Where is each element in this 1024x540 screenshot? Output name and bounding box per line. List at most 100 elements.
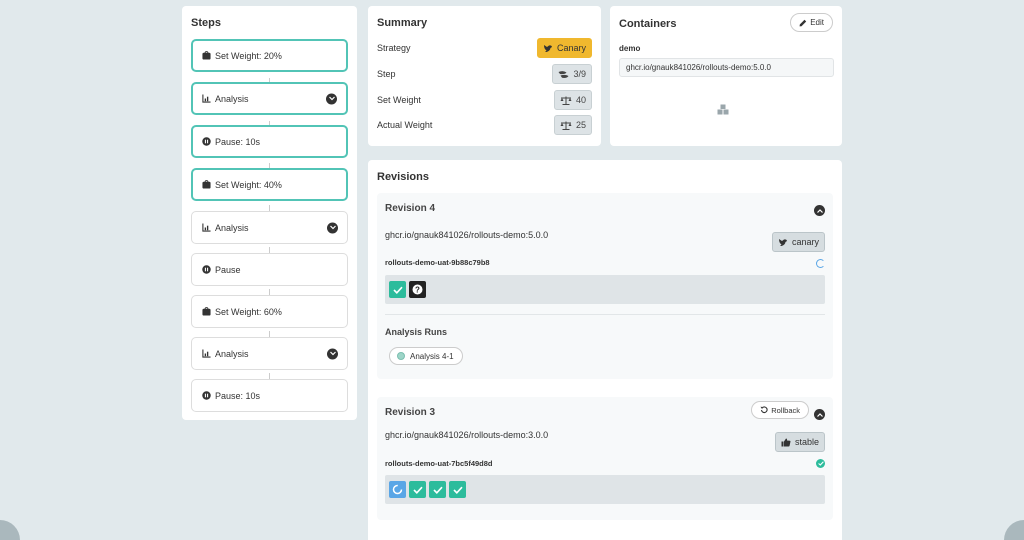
revision-image: ghcr.io/gnauk841026/rollouts-demo:3.0.0 xyxy=(385,430,549,440)
background-corner xyxy=(0,520,20,540)
analysis-run-chip[interactable]: Analysis 4-1 xyxy=(389,347,463,365)
tag-label: canary xyxy=(791,237,819,247)
revision-card: Revision 3 Rollback ghcr.io/gnauk841026/… xyxy=(377,397,833,520)
chevron-down-icon[interactable] xyxy=(327,222,338,233)
step-set-weight[interactable]: Set Weight: 20% xyxy=(191,39,348,72)
chart-icon xyxy=(201,222,212,233)
weight-icon xyxy=(201,50,212,61)
thumbs-up-icon xyxy=(781,438,791,447)
pencil-icon xyxy=(799,19,807,27)
step-pause[interactable]: Pause: 10s xyxy=(191,379,348,412)
step-value: 3/9 xyxy=(573,69,586,79)
steps-title: Steps xyxy=(191,17,221,29)
steps-panel: Steps Set Weight: 20% Analysis Pause: 10… xyxy=(182,6,357,420)
pod-healthy[interactable] xyxy=(429,481,446,498)
edit-label: Edit xyxy=(810,18,824,27)
undo-icon xyxy=(760,406,768,414)
set-weight-value: 40 xyxy=(575,95,586,105)
weight-icon xyxy=(201,306,212,317)
balance-scale-icon xyxy=(560,96,572,105)
summary-title: Summary xyxy=(377,17,428,29)
canary-bird-icon xyxy=(543,44,553,53)
revision-title: Revision 4 xyxy=(385,203,436,214)
step-label: Pause: 10s xyxy=(215,136,261,147)
chevron-up-icon[interactable] xyxy=(814,205,825,216)
analysis-runs-title: Analysis Runs xyxy=(385,327,448,337)
summary-label: Actual Weight xyxy=(377,120,433,130)
set-weight-badge: 40 xyxy=(553,90,592,110)
containers-title: Containers xyxy=(619,18,677,30)
chevron-down-icon[interactable] xyxy=(326,93,337,104)
revisions-title: Revisions xyxy=(377,171,429,183)
step-label: Set Weight: 60% xyxy=(215,306,282,317)
pause-icon xyxy=(201,390,212,401)
step-label: Analysis xyxy=(215,348,249,359)
summary-row-set-weight: Set Weight 40 xyxy=(377,90,592,110)
summary-row-step: Step 3/9 xyxy=(377,64,592,84)
step-analysis[interactable]: Analysis xyxy=(191,211,348,244)
chevron-down-icon[interactable] xyxy=(327,348,338,359)
step-pause[interactable]: Pause xyxy=(191,253,348,286)
actual-weight-badge: 25 xyxy=(553,115,592,135)
containers-panel: Containers Edit demo ghcr.io/gnauk841026… xyxy=(610,6,842,146)
step-label: Pause xyxy=(215,264,241,275)
chart-icon xyxy=(201,93,212,104)
replicaset-name: rollouts-demo-uat-7bc5f49d8d xyxy=(385,459,493,468)
chart-icon xyxy=(201,348,212,359)
container-name: demo xyxy=(619,44,641,53)
pod-healthy[interactable] xyxy=(389,281,406,298)
rollback-button[interactable]: Rollback xyxy=(751,401,809,419)
revisions-panel: Revisions Revision 4 ghcr.io/gnauk841026… xyxy=(368,160,842,540)
step-label: Set Weight: 20% xyxy=(215,50,282,61)
divider xyxy=(385,314,825,315)
background-corner xyxy=(1004,520,1024,540)
summary-row-strategy: Strategy Canary xyxy=(377,38,592,58)
step-set-weight[interactable]: Set Weight: 60% xyxy=(191,295,348,328)
pods-bar xyxy=(385,475,825,504)
canary-tag: canary xyxy=(771,232,825,252)
tag-label: stable xyxy=(794,437,819,447)
step-label: Analysis xyxy=(215,222,249,233)
svg-text:?: ? xyxy=(415,285,420,294)
step-analysis[interactable]: Analysis xyxy=(191,82,348,115)
pod-unknown[interactable]: ? xyxy=(409,281,426,298)
step-label: Analysis xyxy=(215,93,249,104)
step-badge: 3/9 xyxy=(552,64,592,84)
canary-bird-icon xyxy=(778,238,788,247)
pod-healthy[interactable] xyxy=(409,481,426,498)
revision-title: Revision 3 xyxy=(385,407,436,418)
step-analysis[interactable]: Analysis xyxy=(191,337,348,370)
boxes-icon xyxy=(717,102,729,120)
pause-icon xyxy=(201,264,212,275)
container-image-field[interactable]: ghcr.io/gnauk841026/rollouts-demo:5.0.0 xyxy=(619,58,834,77)
analysis-run-label: Analysis 4-1 xyxy=(410,351,454,361)
summary-panel: Summary Strategy Canary Step 3/9 Set Wei… xyxy=(368,6,601,146)
step-set-weight[interactable]: Set Weight: 40% xyxy=(191,168,348,201)
balance-scale-icon xyxy=(560,121,572,130)
step-label: Pause: 10s xyxy=(215,390,261,401)
revision-card: Revision 4 ghcr.io/gnauk841026/rollouts-… xyxy=(377,193,833,379)
summary-label: Set Weight xyxy=(377,95,421,105)
rollback-label: Rollback xyxy=(771,405,800,415)
stable-tag: stable xyxy=(774,432,825,452)
step-label: Set Weight: 40% xyxy=(215,179,282,190)
pods-bar: ? xyxy=(385,275,825,304)
pod-progressing[interactable] xyxy=(389,481,406,498)
actual-weight-value: 25 xyxy=(575,120,586,130)
pause-icon xyxy=(201,136,212,147)
summary-row-actual-weight: Actual Weight 25 xyxy=(377,115,592,135)
edit-button[interactable]: Edit xyxy=(790,13,833,32)
weight-icon xyxy=(201,179,212,190)
strategy-badge: Canary xyxy=(536,38,592,58)
progressing-spinner-icon xyxy=(816,259,825,268)
step-pause[interactable]: Pause: 10s xyxy=(191,125,348,158)
pod-healthy[interactable] xyxy=(449,481,466,498)
analysis-status-dot xyxy=(397,352,405,360)
replicaset-name: rollouts-demo-uat-9b88c79b8 xyxy=(385,258,490,267)
chevron-up-icon[interactable] xyxy=(814,409,825,420)
summary-label: Step xyxy=(377,69,396,79)
healthy-check-icon xyxy=(816,459,825,468)
revision-image: ghcr.io/gnauk841026/rollouts-demo:5.0.0 xyxy=(385,230,549,240)
shoe-prints-icon xyxy=(558,70,569,79)
summary-label: Strategy xyxy=(377,43,411,53)
